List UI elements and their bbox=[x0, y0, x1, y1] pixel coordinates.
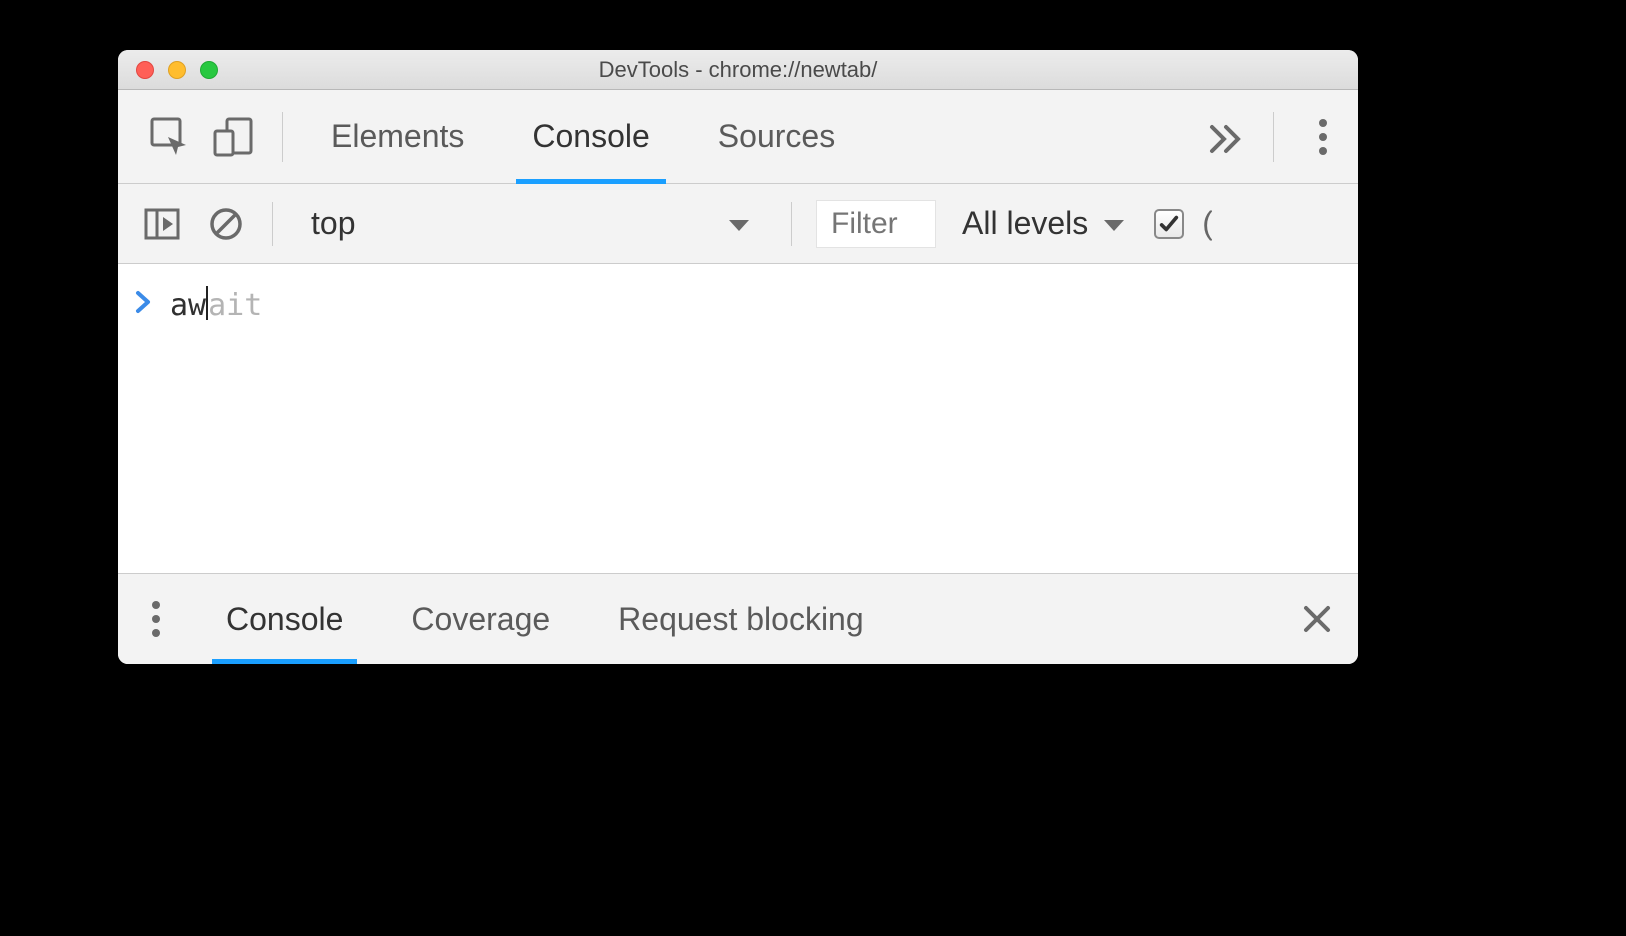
typed-text: aw bbox=[170, 288, 206, 323]
tab-sources[interactable]: Sources bbox=[684, 90, 869, 183]
log-levels-label: All levels bbox=[962, 205, 1088, 242]
window-title: DevTools - chrome://newtab/ bbox=[118, 57, 1358, 83]
divider bbox=[272, 202, 273, 246]
drawer-tab-coverage[interactable]: Coverage bbox=[391, 574, 570, 664]
inspect-element-icon[interactable] bbox=[118, 90, 198, 183]
toggle-sidebar-icon[interactable] bbox=[134, 205, 190, 243]
main-tabs-bar: Elements Console Sources bbox=[118, 90, 1358, 184]
traffic-lights bbox=[118, 61, 218, 79]
dropdown-caret-icon bbox=[1102, 205, 1126, 242]
console-toolbar: top All levels ( bbox=[118, 184, 1358, 264]
drawer-tabs: Console Coverage Request blocking bbox=[118, 574, 1358, 664]
tab-elements[interactable]: Elements bbox=[297, 90, 498, 183]
divider bbox=[282, 112, 283, 162]
tab-console[interactable]: Console bbox=[498, 90, 683, 183]
console-body[interactable]: await bbox=[118, 264, 1358, 574]
autocomplete-suggestion: ait bbox=[208, 288, 262, 323]
prompt-caret-icon bbox=[134, 288, 152, 323]
close-window-button[interactable] bbox=[136, 61, 154, 79]
drawer-menu-icon[interactable] bbox=[134, 599, 178, 639]
devtools-window: DevTools - chrome://newtab/ Elements Con… bbox=[118, 50, 1358, 664]
clipped-text: ( bbox=[1202, 205, 1212, 242]
drawer-close-icon[interactable] bbox=[1292, 604, 1342, 634]
minimize-window-button[interactable] bbox=[168, 61, 186, 79]
device-toolbar-icon[interactable] bbox=[198, 90, 268, 183]
log-levels-select[interactable]: All levels bbox=[962, 205, 1126, 242]
group-similar-checkbox[interactable] bbox=[1154, 209, 1184, 239]
execution-context-label: top bbox=[311, 205, 355, 242]
clear-console-icon[interactable] bbox=[198, 205, 254, 243]
console-input-line[interactable]: await bbox=[170, 286, 262, 323]
drawer-tab-console[interactable]: Console bbox=[206, 574, 363, 664]
panel-tabs: Elements Console Sources bbox=[297, 90, 1189, 183]
settings-menu-icon[interactable] bbox=[1288, 117, 1358, 157]
titlebar: DevTools - chrome://newtab/ bbox=[118, 50, 1358, 90]
maximize-window-button[interactable] bbox=[200, 61, 218, 79]
divider bbox=[1273, 112, 1274, 162]
filter-input[interactable] bbox=[816, 200, 936, 248]
divider bbox=[791, 202, 792, 246]
drawer-tab-request-blocking[interactable]: Request blocking bbox=[598, 574, 883, 664]
dropdown-caret-icon bbox=[727, 205, 751, 242]
more-tabs-icon[interactable] bbox=[1189, 117, 1259, 157]
execution-context-select[interactable]: top bbox=[287, 205, 767, 242]
